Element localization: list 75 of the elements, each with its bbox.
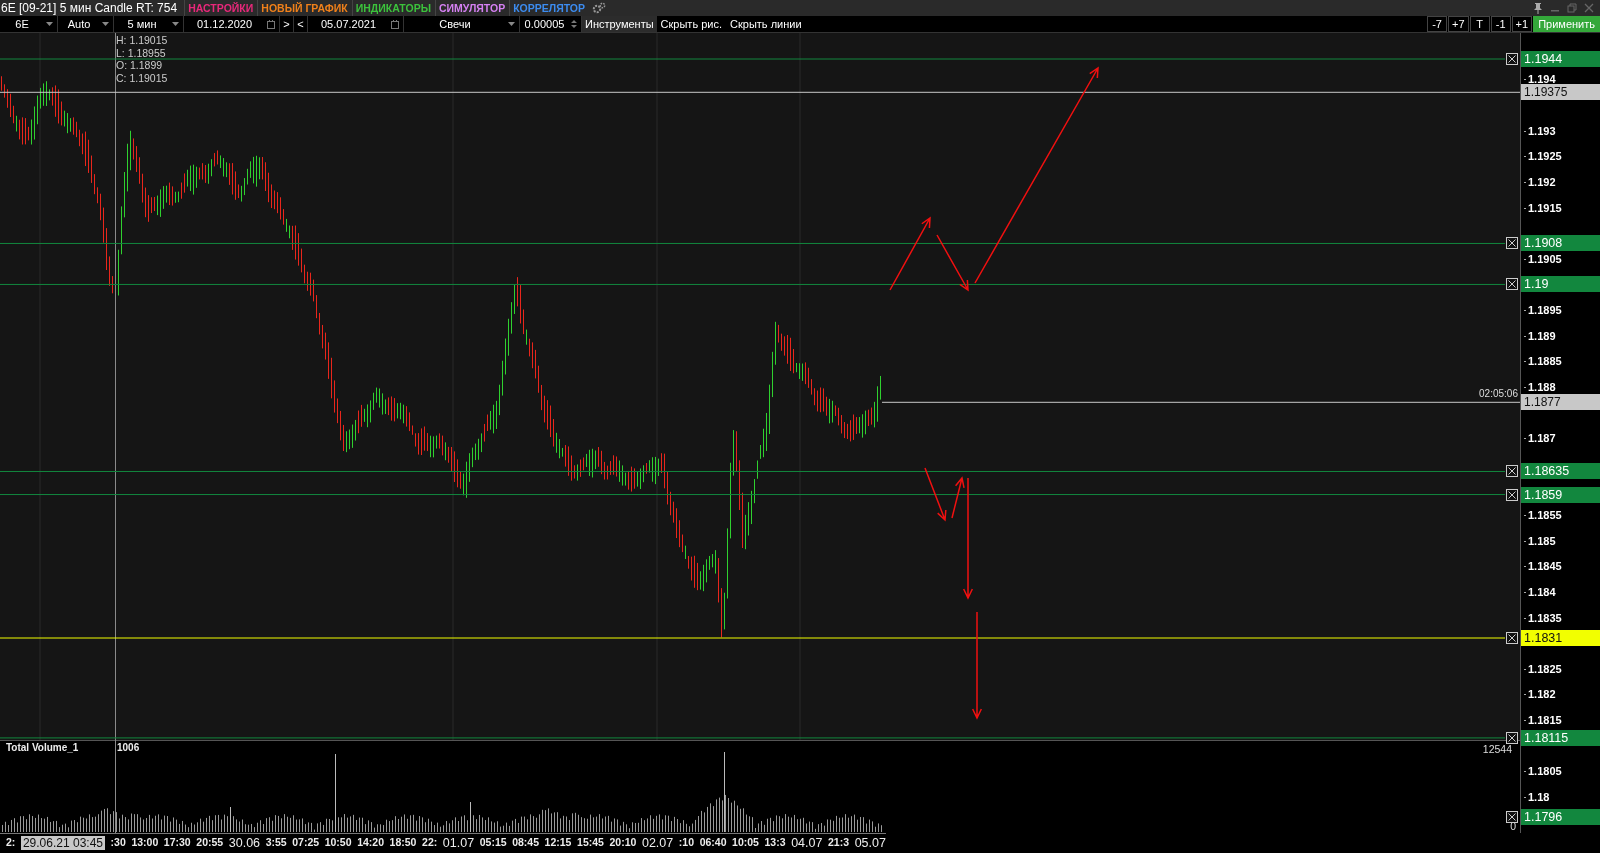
time-label: 22: xyxy=(422,836,438,848)
time-label: 12:15 xyxy=(544,836,572,848)
level-line[interactable] xyxy=(0,283,1506,285)
price-label: 1.1944 xyxy=(1521,51,1600,67)
time-label: 13:00 xyxy=(131,836,159,848)
time-label: 18:50 xyxy=(389,836,417,848)
time-label: 06:40 xyxy=(699,836,727,848)
settings-icon[interactable] xyxy=(592,2,606,14)
time-label: 20:55 xyxy=(196,836,224,848)
level-line[interactable] xyxy=(881,401,1520,403)
level-line[interactable] xyxy=(0,494,1506,496)
price-label: 1.18115 xyxy=(1521,729,1600,746)
time-label: 14:20 xyxy=(357,836,384,848)
time-label: 10:50 xyxy=(324,836,352,848)
price-tick: 1.1855 xyxy=(1521,508,1562,522)
time-label: 15:45 xyxy=(577,836,604,848)
calendar-icon xyxy=(267,19,275,29)
window-title: 6E [09-21] 5 мин Candle RT: 754 xyxy=(0,1,179,15)
calendar-icon xyxy=(391,19,399,29)
level-line[interactable] xyxy=(0,242,1506,244)
menu-item[interactable]: НОВЫЙ ГРАФИК xyxy=(257,0,351,16)
price-label: 1.18635 xyxy=(1521,463,1600,480)
ohlc-value: O: 1.1899 xyxy=(116,59,164,72)
shift-button[interactable]: < xyxy=(294,16,308,32)
menu-item[interactable]: ИНДИКАТОРЫ xyxy=(351,0,434,16)
caret-icon xyxy=(508,22,515,26)
caret-icon xyxy=(102,22,109,26)
ohlc-value: C: 1.19015 xyxy=(116,71,168,84)
time-label: 21:3 xyxy=(828,836,850,848)
annotation-arrow xyxy=(924,467,947,522)
countdown-time: 02:05:06 xyxy=(1479,388,1518,400)
date-label: 05.07 xyxy=(854,836,886,850)
time-label: 13:3 xyxy=(764,836,786,848)
step-button[interactable]: +1 xyxy=(1511,16,1533,32)
price-label: 1.19375 xyxy=(1521,84,1600,101)
spinner-icon xyxy=(571,19,577,29)
cursor-time-label: 29.06.21 03:45 xyxy=(20,836,105,850)
price-label: 1.1908 xyxy=(1521,235,1600,252)
menu-item[interactable]: КОРРЕЛЯТОР xyxy=(509,0,588,16)
price-label: 1.1877 xyxy=(1521,394,1600,411)
time-label: 10:05 xyxy=(732,836,759,848)
volume-title: Total Volume_1 xyxy=(6,742,79,753)
caret-icon xyxy=(46,22,53,26)
time-label: 20:10 xyxy=(609,836,637,848)
level-line[interactable] xyxy=(0,470,1506,472)
date-label: 30.06 xyxy=(228,836,261,850)
step-button[interactable]: T xyxy=(1469,16,1490,32)
price-label: 1.1831 xyxy=(1521,630,1600,646)
time-label: 2: xyxy=(6,836,16,848)
step-button[interactable]: +7 xyxy=(1448,16,1469,32)
date-label: 02.07 xyxy=(641,836,674,850)
time-label: 3:55 xyxy=(265,836,287,848)
step-button[interactable]: -7 xyxy=(1427,16,1448,32)
tools-button[interactable]: Инструменты xyxy=(582,16,657,32)
pin-icon[interactable] xyxy=(1533,2,1543,14)
step-button[interactable]: -1 xyxy=(1490,16,1511,32)
annotation-arrow xyxy=(936,234,969,292)
volume-value: 1006 xyxy=(117,742,140,753)
volume-max: 12544 xyxy=(1482,743,1512,755)
ohlc-value: H: 1.19015 xyxy=(116,34,168,47)
caret-icon xyxy=(172,22,179,26)
date-label: 04.07 xyxy=(791,836,823,850)
price-label: 1.1796 xyxy=(1521,809,1600,826)
price-label: 1.1859 xyxy=(1521,486,1600,503)
level-line[interactable] xyxy=(0,91,1520,93)
time-label: 17:30 xyxy=(163,836,191,848)
time-label: :30 xyxy=(110,836,126,848)
time-label: 05:15 xyxy=(479,836,507,848)
time-label: 07:25 xyxy=(292,836,320,848)
date-label: 01.07 xyxy=(442,836,475,850)
ohlc-value: L: 1.18955 xyxy=(116,46,167,59)
shift-button[interactable]: > xyxy=(280,16,294,32)
price-label: 1.19 xyxy=(1521,276,1600,293)
time-label: 08:45 xyxy=(512,836,539,848)
time-label: :10 xyxy=(678,836,695,848)
